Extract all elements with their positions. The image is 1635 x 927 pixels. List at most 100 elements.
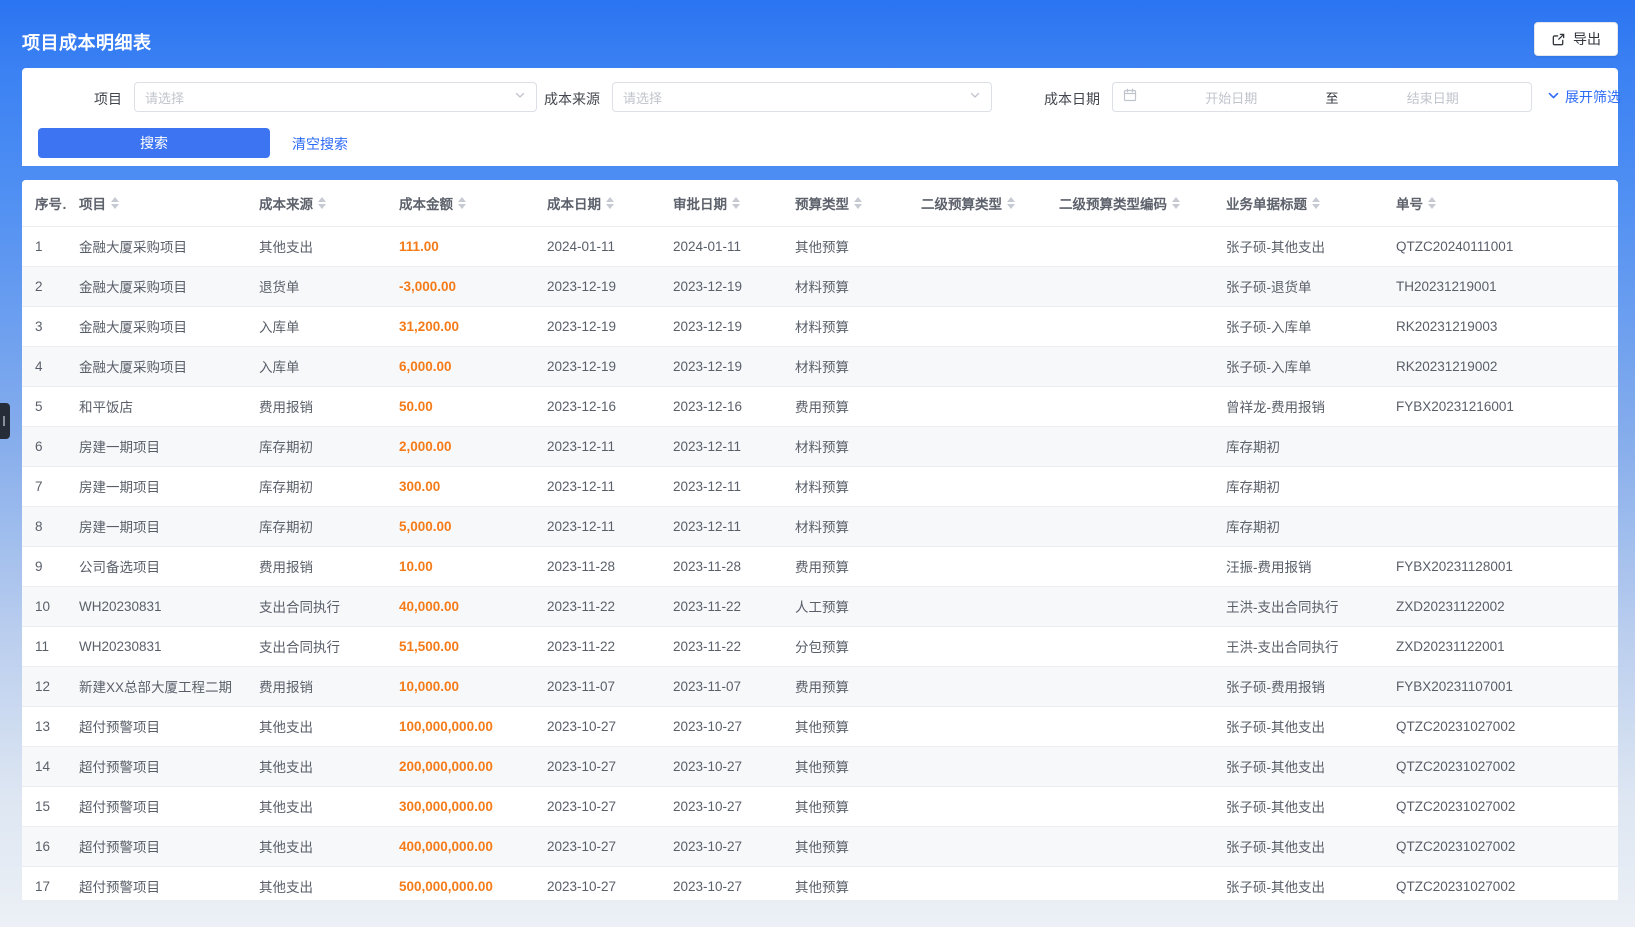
chevron-down-icon <box>969 88 981 106</box>
column-header[interactable]: 审批日期 <box>660 180 782 226</box>
export-button[interactable]: 导出 <box>1534 22 1618 56</box>
sort-caret-icon[interactable] <box>318 197 326 209</box>
table-cell <box>1383 506 1618 546</box>
table-cell: QTZC20240111001 <box>1383 226 1618 266</box>
cost-date-range-picker[interactable]: 开始日期 至 结束日期 <box>1112 82 1532 112</box>
sort-caret-icon[interactable] <box>854 197 862 209</box>
column-header[interactable]: 单号 <box>1383 180 1618 226</box>
cost-amount-cell: 5,000.00 <box>386 506 534 546</box>
table-cell: 6 <box>22 426 66 466</box>
column-header: 序号 <box>22 180 66 226</box>
cost-amount-cell: 31,200.00 <box>386 306 534 346</box>
column-header[interactable]: 成本金额 <box>386 180 534 226</box>
search-button[interactable]: 搜索 <box>38 128 270 158</box>
table-header-row: 序号项目成本来源 成本金额成本日期审批日期预算类型 二级预算类型二级预算类型编码业务… <box>22 180 1618 226</box>
table-cell <box>908 786 1046 826</box>
cost-amount-cell: 10,000.00 <box>386 666 534 706</box>
table-row: 9公司备选项目费用报销10.002023-11-282023-11-28费用预算… <box>22 546 1618 586</box>
table-cell <box>908 466 1046 506</box>
table-cell: 2023-12-11 <box>660 426 782 466</box>
cost-detail-table-card: 序号项目成本来源 成本金额成本日期审批日期预算类型 二级预算类型二级预算类型编码业务… <box>22 180 1618 900</box>
table-cell: 2023-10-27 <box>660 706 782 746</box>
table-cell: 其他预算 <box>782 746 908 786</box>
table-cell <box>908 506 1046 546</box>
project-select-placeholder: 请选择 <box>145 88 514 107</box>
table-cell: QTZC20231027002 <box>1383 866 1618 900</box>
table-row: 6房建一期项目库存期初2,000.002023-12-112023-12-11材… <box>22 426 1618 466</box>
table-cell: 2023-12-11 <box>660 506 782 546</box>
table-cell: 2023-11-28 <box>534 546 660 586</box>
table-cell: 材料预算 <box>782 466 908 506</box>
table-cell: WH20230831 <box>66 626 246 666</box>
table-cell: 2023-10-27 <box>660 866 782 900</box>
table-cell <box>1046 226 1213 266</box>
cost-source-filter-label: 成本来源 <box>522 89 600 109</box>
table-cell: 2023-11-22 <box>660 626 782 666</box>
sort-caret-icon[interactable] <box>458 197 466 209</box>
table-cell: QTZC20231027002 <box>1383 786 1618 826</box>
table-cell: 2023-11-07 <box>534 666 660 706</box>
table-cell <box>1046 506 1213 546</box>
table-cell: 3 <box>22 306 66 346</box>
table-cell: 库存期初 <box>246 506 386 546</box>
table-cell: 其他预算 <box>782 826 908 866</box>
table-row: 14超付预警项目其他支出200,000,000.002023-10-272023… <box>22 746 1618 786</box>
column-header[interactable]: 成本来源 <box>246 180 386 226</box>
cost-detail-table: 序号项目成本来源 成本金额成本日期审批日期预算类型 二级预算类型二级预算类型编码业务… <box>22 180 1618 900</box>
table-cell: 张子硕-其他支出 <box>1213 226 1383 266</box>
table-row: 8房建一期项目库存期初5,000.002023-12-112023-12-11材… <box>22 506 1618 546</box>
column-header[interactable]: 业务单据标题 <box>1213 180 1383 226</box>
column-header[interactable]: 二级预算类型编码 <box>1046 180 1213 226</box>
table-cell: 2023-12-11 <box>534 466 660 506</box>
table-row: 13超付预警项目其他支出100,000,000.002023-10-272023… <box>22 706 1618 746</box>
column-header-label: 预算类型 <box>795 193 849 213</box>
table-cell <box>908 706 1046 746</box>
table-row: 2金融大厦采购项目退货单-3,000.002023-12-192023-12-1… <box>22 266 1618 306</box>
table-cell: 2023-10-27 <box>534 746 660 786</box>
chevron-down-icon <box>1547 89 1560 105</box>
table-cell: 其他支出 <box>246 746 386 786</box>
column-header-label: 序号 <box>35 193 62 213</box>
column-header-label: 成本来源 <box>259 193 313 213</box>
sort-caret-icon[interactable] <box>732 197 740 209</box>
cost-amount-cell: 2,000.00 <box>386 426 534 466</box>
table-cell: QTZC20231027002 <box>1383 746 1618 786</box>
table-cell: 8 <box>22 506 66 546</box>
table-cell: 2023-12-19 <box>660 346 782 386</box>
sort-caret-icon[interactable] <box>1172 197 1180 209</box>
sort-caret-icon[interactable] <box>111 197 119 209</box>
table-cell: 2024-01-11 <box>534 226 660 266</box>
table-cell <box>1046 386 1213 426</box>
table-cell: 费用预算 <box>782 386 908 426</box>
start-date-input[interactable]: 开始日期 <box>1143 88 1320 107</box>
table-cell: 1 <box>22 226 66 266</box>
table-cell: 张子硕-入库单 <box>1213 306 1383 346</box>
column-header[interactable]: 预算类型 <box>782 180 908 226</box>
clear-search-link[interactable]: 清空搜索 <box>292 134 348 154</box>
table-cell: 费用报销 <box>246 386 386 426</box>
expand-filters-link[interactable]: 展开筛选 <box>1547 87 1621 107</box>
column-header[interactable]: 项目 <box>66 180 246 226</box>
sidebar-drawer-handle[interactable] <box>0 403 10 439</box>
cost-source-select[interactable]: 请选择 <box>612 82 992 112</box>
table-cell: 2023-12-19 <box>534 266 660 306</box>
end-date-input[interactable]: 结束日期 <box>1345 88 1522 107</box>
sort-caret-icon[interactable] <box>1428 197 1436 209</box>
table-cell: 金融大厦采购项目 <box>66 226 246 266</box>
cost-amount-cell: 100,000,000.00 <box>386 706 534 746</box>
table-cell: 材料预算 <box>782 346 908 386</box>
column-header[interactable]: 成本日期 <box>534 180 660 226</box>
table-cell: 房建一期项目 <box>66 426 246 466</box>
table-cell: 库存期初 <box>246 466 386 506</box>
table-cell: WH20230831 <box>66 586 246 626</box>
export-icon <box>1551 32 1566 47</box>
column-header-label: 业务单据标题 <box>1226 193 1307 213</box>
sort-caret-icon[interactable] <box>1007 197 1015 209</box>
sort-caret-icon[interactable] <box>606 197 614 209</box>
cost-source-select-placeholder: 请选择 <box>623 88 969 107</box>
project-select[interactable]: 请选择 <box>134 82 537 112</box>
column-header[interactable]: 二级预算类型 <box>908 180 1046 226</box>
sort-caret-icon[interactable] <box>1312 197 1320 209</box>
table-cell <box>1046 266 1213 306</box>
table-cell: 房建一期项目 <box>66 466 246 506</box>
